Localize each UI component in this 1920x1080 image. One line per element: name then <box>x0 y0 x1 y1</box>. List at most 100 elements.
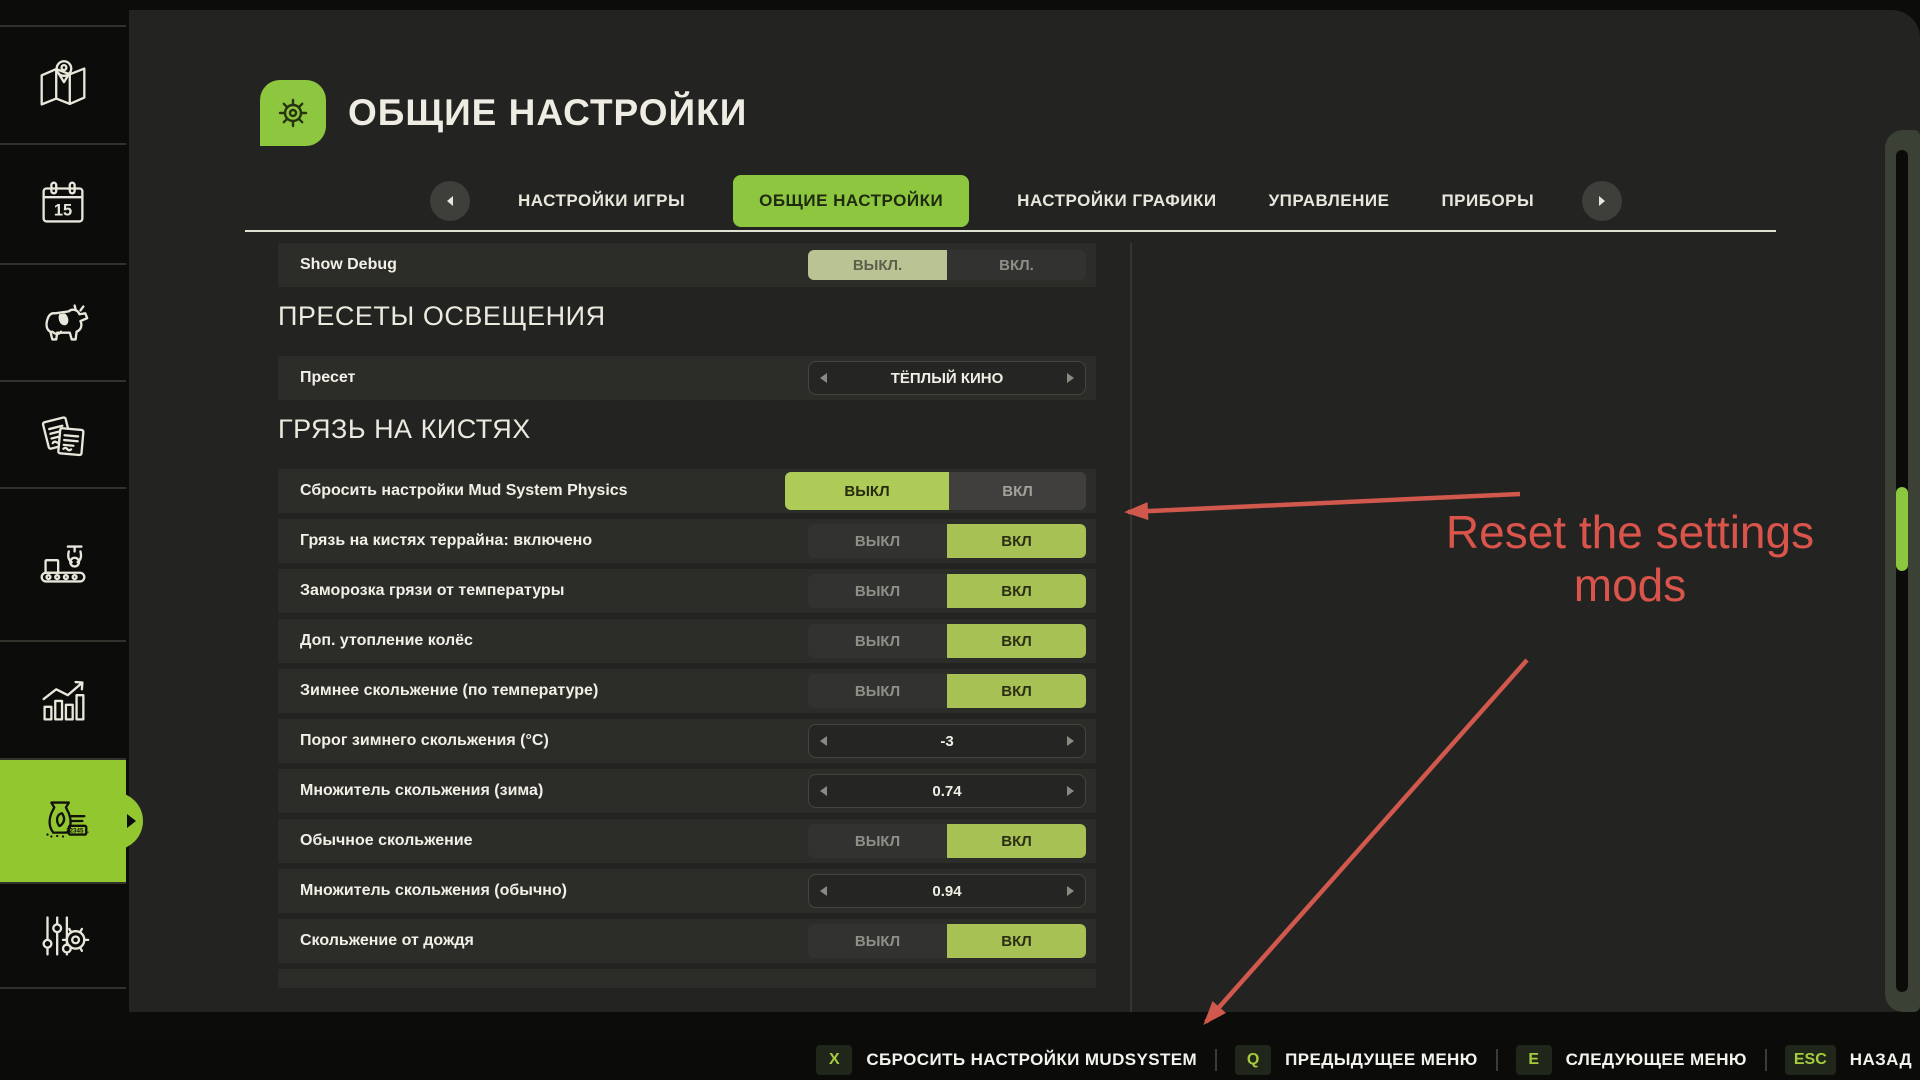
tab-general-settings[interactable]: ОБЩИЕ НАСТРОЙКИ <box>733 175 969 227</box>
tabs-prev-button[interactable] <box>430 181 470 221</box>
setting-label: Множитель скольжения (зима) <box>300 782 543 800</box>
setting-label: Порог зимнего скольжения (°C) <box>300 732 549 750</box>
setting-label: Зимнее скольжение (по температуре) <box>300 682 598 700</box>
toggle-extra-wheel-sink: ВЫКЛ ВКЛ <box>808 624 1086 658</box>
toggle-on-button[interactable]: ВКЛ <box>947 824 1086 858</box>
setting-row-winter-slip: Зимнее скольжение (по температуре) ВЫКЛ … <box>278 669 1096 713</box>
slip-multiplier-winter-selector[interactable]: 0.74 <box>808 774 1086 808</box>
toggle-normal-slip: ВЫКЛ ВКЛ <box>808 824 1086 858</box>
tab-underline <box>245 230 1776 232</box>
setting-row-preset: Пресет ТЁПЛЫЙ КИНО <box>278 356 1096 400</box>
hotkey-separator <box>1765 1049 1767 1071</box>
toggle-off-button[interactable]: ВЫКЛ. <box>808 250 947 280</box>
tab-hud[interactable]: ПРИБОРЫ <box>1437 191 1538 211</box>
selector-next-icon[interactable] <box>1067 786 1074 796</box>
section-heading-mud-on-brushes: ГРЯЗЬ НА КИСТЯХ <box>278 414 1096 445</box>
gear-icon <box>273 93 313 133</box>
sidebar-item-game-settings[interactable] <box>0 882 126 987</box>
toggle-on-button[interactable]: ВКЛ <box>947 924 1086 958</box>
toggle-reset-mud-system: ВЫКЛ ВКЛ <box>785 472 1086 510</box>
page-title: ОБЩИЕ НАСТРОЙКИ <box>348 92 747 134</box>
tab-bar: НАСТРОЙКИ ИГРЫ ОБЩИЕ НАСТРОЙКИ НАСТРОЙКИ… <box>430 172 1622 230</box>
selector-next-icon[interactable] <box>1067 373 1074 383</box>
toggle-off-button[interactable]: ВЫКЛ <box>808 824 947 858</box>
selector-prev-icon[interactable] <box>820 736 827 746</box>
setting-row-slip-multiplier-winter: Множитель скольжения (зима) 0.74 <box>278 769 1096 813</box>
setting-label: Доп. утопление колёс <box>300 632 473 650</box>
tab-game-settings[interactable]: НАСТРОЙКИ ИГРЫ <box>514 191 689 211</box>
setting-label: Сбросить настройки Mud System Physics <box>300 482 628 500</box>
toggle-winter-slip: ВЫКЛ ВКЛ <box>808 674 1086 708</box>
setting-row-rain-slip: Скольжение от дождя ВЫКЛ ВКЛ <box>278 919 1096 963</box>
setting-row-normal-slip: Обычное скольжение ВЫКЛ ВКЛ <box>278 819 1096 863</box>
hotkey-next-menu[interactable]: E СЛЕДУЮЩЕЕ МЕНЮ <box>1516 1045 1747 1075</box>
selector-prev-icon[interactable] <box>820 786 827 796</box>
tabs-next-button[interactable] <box>1582 181 1622 221</box>
hotkey-back[interactable]: ESC НАЗАД <box>1785 1045 1912 1075</box>
contracts-icon <box>32 404 94 466</box>
scrollbar[interactable] <box>1885 130 1920 1012</box>
toggle-off-button[interactable]: ВЫКЛ <box>808 574 947 608</box>
sidebar-item-map[interactable] <box>0 25 126 143</box>
toggle-show-debug: ВЫКЛ. ВКЛ. <box>808 250 1086 280</box>
toggle-on-button[interactable]: ВКЛ <box>947 674 1086 708</box>
preset-selector[interactable]: ТЁПЛЫЙ КИНО <box>808 361 1086 395</box>
calendar-icon: 15 <box>32 173 94 235</box>
selector-prev-icon[interactable] <box>820 373 827 383</box>
toggle-off-button[interactable]: ВЫКЛ <box>808 674 947 708</box>
tuning-sliders-icon <box>32 905 94 967</box>
tab-controls[interactable]: УПРАВЛЕНИЕ <box>1265 191 1394 211</box>
settings-screen: ОБЩИЕ НАСТРОЙКИ НАСТРОЙКИ ИГРЫ ОБЩИЕ НАС… <box>0 0 1920 1080</box>
scrollbar-thumb[interactable] <box>1896 487 1908 571</box>
cow-icon <box>32 292 94 354</box>
setting-label: Заморозка грязи от температуры <box>300 582 564 600</box>
tab-graphics-settings[interactable]: НАСТРОЙКИ ГРАФИКИ <box>1013 191 1220 211</box>
sidebar-item-calendar[interactable]: 15 <box>0 143 126 263</box>
selector-next-icon[interactable] <box>1067 886 1074 896</box>
toggle-off-button[interactable]: ВЫКЛ <box>808 924 947 958</box>
sidebar-item-soil-fertilizer-active[interactable]: 12345 L <box>0 758 126 882</box>
scrollbar-track[interactable] <box>1896 150 1908 992</box>
general-settings-leaf-badge <box>260 80 326 146</box>
toggle-off-button[interactable]: ВЫКЛ <box>785 472 949 510</box>
active-item-pointer-icon <box>127 814 136 828</box>
sidebar-item-production[interactable] <box>0 487 126 640</box>
toggle-on-button[interactable]: ВКЛ <box>949 472 1086 510</box>
key-badge-e: E <box>1516 1045 1552 1075</box>
winter-slip-threshold-selector[interactable]: -3 <box>808 724 1086 758</box>
hotkey-label: СБРОСИТЬ НАСТРОЙКИ MUDSYSTEM <box>866 1050 1197 1070</box>
selector-value: -3 <box>827 733 1067 750</box>
toggle-off-button[interactable]: ВЫКЛ <box>808 624 947 658</box>
statistics-icon <box>32 669 94 731</box>
hotkey-previous-menu[interactable]: Q ПРЕДЫДУЩЕЕ МЕНЮ <box>1235 1045 1478 1075</box>
slip-multiplier-normal-selector[interactable]: 0.94 <box>808 874 1086 908</box>
setting-label: Show Debug <box>300 256 397 274</box>
map-icon <box>32 54 94 116</box>
hotkey-label: ПРЕДЫДУЩЕЕ МЕНЮ <box>1285 1050 1478 1070</box>
sidebar-separator <box>0 987 126 989</box>
setting-label: Множитель скольжения (обычно) <box>300 882 567 900</box>
sidebar-item-statistics[interactable] <box>0 640 126 758</box>
toggle-off-button[interactable]: ВЫКЛ <box>808 524 947 558</box>
setting-row-winter-slip-threshold: Порог зимнего скольжения (°C) -3 <box>278 719 1096 763</box>
annotation-line2: mods <box>1574 559 1686 611</box>
svg-text:12345 L: 12345 L <box>66 828 89 835</box>
selector-value: 0.94 <box>827 883 1067 900</box>
setting-row-show-debug: Show Debug ВЫКЛ. ВКЛ. <box>278 243 1096 287</box>
selector-next-icon[interactable] <box>1067 736 1074 746</box>
toggle-on-button[interactable]: ВКЛ. <box>947 250 1086 280</box>
toggle-on-button[interactable]: ВКЛ <box>947 574 1086 608</box>
toggle-mud-freeze: ВЫКЛ ВКЛ <box>808 574 1086 608</box>
sidebar-item-contracts[interactable] <box>0 380 126 487</box>
hotkey-label: СЛЕДУЮЩЕЕ МЕНЮ <box>1566 1050 1747 1070</box>
selector-prev-icon[interactable] <box>820 886 827 896</box>
setting-row-terrain-mud: Грязь на кистях террайна: включено ВЫКЛ … <box>278 519 1096 563</box>
annotation-line1: Reset the settings <box>1446 506 1814 558</box>
sidebar-item-animals[interactable] <box>0 263 126 380</box>
toggle-on-button[interactable]: ВКЛ <box>947 524 1086 558</box>
hotkey-reset-mudsystem[interactable]: X СБРОСИТЬ НАСТРОЙКИ MUDSYSTEM <box>816 1045 1197 1075</box>
annotation-text: Reset the settings mods <box>1400 506 1860 612</box>
sidebar: 15 <box>0 0 129 1080</box>
toggle-rain-slip: ВЫКЛ ВКЛ <box>808 924 1086 958</box>
toggle-on-button[interactable]: ВКЛ <box>947 624 1086 658</box>
